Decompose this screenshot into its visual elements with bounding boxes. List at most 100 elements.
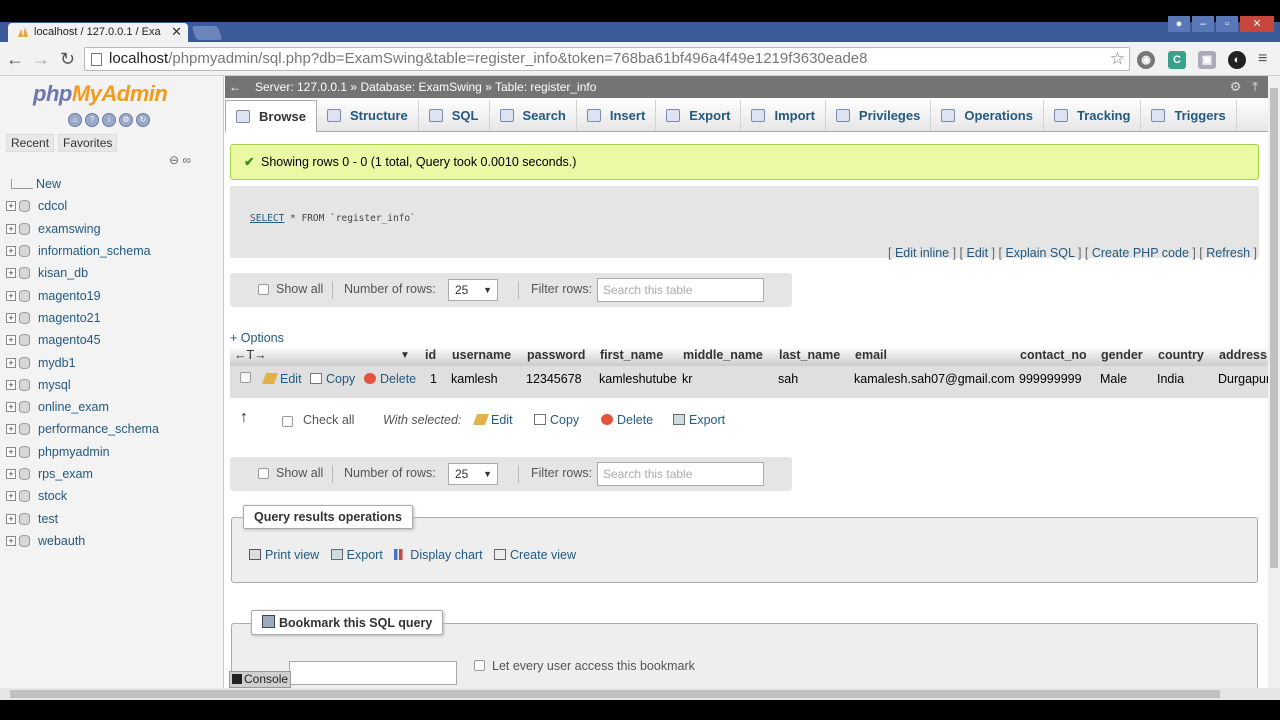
collapse-link-icon[interactable]: ⊖ ∞ <box>169 153 191 167</box>
export-link[interactable]: Export <box>330 548 383 562</box>
breadcrumb-server[interactable]: Server: 127.0.0.1 <box>255 80 347 94</box>
tree-item-db[interactable]: + online_exam <box>6 396 159 418</box>
close-window-button[interactable]: ✕ <box>1240 16 1274 32</box>
expand-icon[interactable]: + <box>6 312 16 323</box>
tab-insert[interactable]: Insert <box>577 100 657 131</box>
check-all-label[interactable]: Check all <box>303 413 354 427</box>
table-cell[interactable]: kr <box>682 372 692 386</box>
docs-icon[interactable]: i <box>102 113 116 127</box>
tab-search[interactable]: Search <box>490 100 577 131</box>
table-cell[interactable]: kamleshutube <box>599 372 677 386</box>
breadcrumb-database[interactable]: Database: ExamSwing <box>360 80 481 94</box>
row-checkbox[interactable] <box>240 372 251 383</box>
reload-icon[interactable]: ↻ <box>60 49 75 69</box>
row-edit-link[interactable]: Edit <box>261 372 302 386</box>
reload-nav-icon[interactable]: ↻ <box>136 113 150 127</box>
horizontal-scroll-thumb[interactable] <box>10 690 1220 698</box>
check-all-checkbox[interactable] <box>282 416 293 427</box>
forward-arrow-icon[interactable]: → <box>32 49 50 69</box>
create-view-link[interactable]: Create view <box>494 548 576 562</box>
settings-icon[interactable]: ⚙ <box>119 113 133 127</box>
tree-item-db[interactable]: + performance_schema <box>6 418 159 440</box>
home-icon[interactable]: ⌂ <box>68 113 82 127</box>
tree-item-db[interactable]: + mydb1 <box>6 351 159 373</box>
tab-triggers[interactable]: Triggers <box>1141 100 1237 131</box>
column-header[interactable]: address <box>1219 348 1267 362</box>
column-header[interactable]: contact_no <box>1020 348 1087 362</box>
tree-item-db[interactable]: + rps_exam <box>6 463 159 485</box>
tree-item-db[interactable]: + mysql <box>6 374 159 396</box>
column-sort-dropdown-icon[interactable]: ▼ <box>400 350 410 361</box>
selected-copy-button[interactable]: Copy <box>534 413 579 427</box>
display-chart-link[interactable]: Display chart <box>394 548 483 562</box>
collapse-sidebar-icon[interactable]: ← <box>229 76 241 98</box>
tab-import[interactable]: Import <box>741 100 826 131</box>
phpmyadmin-logo[interactable]: phpMyAdmin <box>33 81 168 107</box>
tree-item-db[interactable]: + webauth <box>6 530 159 552</box>
column-resize-arrows[interactable]: ←T→ <box>234 348 267 362</box>
tree-item-db[interactable]: + information_schema <box>6 240 159 262</box>
show-all-checkbox[interactable] <box>258 468 269 479</box>
vertical-scroll-thumb[interactable] <box>1270 88 1278 568</box>
table-cell[interactable]: India <box>1157 372 1184 386</box>
row-delete-link[interactable]: Delete <box>364 372 416 386</box>
tab-export[interactable]: Export <box>656 100 742 131</box>
tree-item-db[interactable]: + cdcol <box>6 195 159 217</box>
expand-icon[interactable]: + <box>6 223 16 234</box>
table-cell[interactable]: Durgapur <box>1218 372 1268 386</box>
table-cell[interactable]: 1 <box>430 372 437 386</box>
rows-per-page-select[interactable]: 25 ▼ <box>448 279 498 301</box>
tab-operations[interactable]: Operations <box>931 100 1044 131</box>
expand-icon[interactable]: + <box>6 402 16 413</box>
table-cell[interactable]: Male <box>1100 372 1127 386</box>
expand-icon[interactable]: + <box>6 446 16 457</box>
tab-browse[interactable]: Browse <box>225 100 317 133</box>
browser-tab[interactable]: localhost / 127.0.0.1 / Exa ✕ <box>8 23 188 42</box>
column-header[interactable]: middle_name <box>683 348 763 362</box>
explain-sql-link[interactable]: Explain SQL <box>1005 246 1074 260</box>
breadcrumb-table[interactable]: Table: register_info <box>495 80 596 94</box>
tree-item-new[interactable]: New <box>6 173 159 195</box>
extension-globe-icon[interactable]: ◉ <box>1137 51 1155 69</box>
new-tab-button[interactable] <box>191 26 223 40</box>
address-bar[interactable]: localhost/phpmyadmin/sql.php?db=ExamSwin… <box>84 47 1130 71</box>
expand-icon[interactable]: + <box>6 290 16 301</box>
expand-icon[interactable]: + <box>6 246 16 257</box>
column-header[interactable]: last_name <box>779 348 840 362</box>
tab-close-icon[interactable]: ✕ <box>171 24 182 40</box>
column-header[interactable]: username <box>452 348 511 362</box>
selected-export-button[interactable]: Export <box>673 413 725 427</box>
horizontal-scrollbar[interactable] <box>0 688 1280 700</box>
recent-tab[interactable]: Recent <box>6 134 55 152</box>
expand-icon[interactable]: + <box>6 535 16 546</box>
column-header[interactable]: id <box>425 348 436 362</box>
tab-structure[interactable]: Structure <box>317 100 419 131</box>
tree-item-db[interactable]: + stock <box>6 485 159 507</box>
table-cell[interactable]: 12345678 <box>526 372 582 386</box>
bookmark-star-icon[interactable]: ☆ <box>1110 48 1125 70</box>
table-cell[interactable]: kamalesh.sah07@gmail.com <box>854 372 1015 386</box>
column-header[interactable]: country <box>1158 348 1204 362</box>
extension-dark-icon[interactable]: ◐ <box>1228 51 1246 69</box>
vertical-scrollbar[interactable] <box>1268 76 1280 688</box>
minimize-button[interactable]: – <box>1192 16 1214 32</box>
expand-icon[interactable]: + <box>6 268 16 279</box>
column-header[interactable]: first_name <box>600 348 663 362</box>
console-toggle[interactable]: Console <box>229 671 291 688</box>
expand-icon[interactable]: + <box>6 469 16 479</box>
back-arrow-icon[interactable]: ← <box>6 49 24 69</box>
rows-per-page-select[interactable]: 25 ▼ <box>448 463 498 485</box>
maximize-button[interactable]: ▫ <box>1216 16 1238 32</box>
table-cell[interactable]: 999999999 <box>1019 372 1082 386</box>
expand-icon[interactable]: + <box>6 513 16 524</box>
expand-icon[interactable]: + <box>6 379 16 390</box>
refresh-link[interactable]: Refresh <box>1206 246 1250 260</box>
table-cell[interactable]: sah <box>778 372 798 386</box>
edit-link[interactable]: Edit <box>967 246 989 260</box>
edit-inline-link[interactable]: Edit inline <box>895 246 949 260</box>
table-cell[interactable]: kamlesh <box>451 372 498 386</box>
filter-rows-input[interactable]: Search this table <box>597 462 764 486</box>
print-view-link[interactable]: Print view <box>249 548 319 562</box>
tree-item-db[interactable]: + magento45 <box>6 329 159 351</box>
collapse-top-icon[interactable]: ⤒ <box>1252 79 1258 94</box>
